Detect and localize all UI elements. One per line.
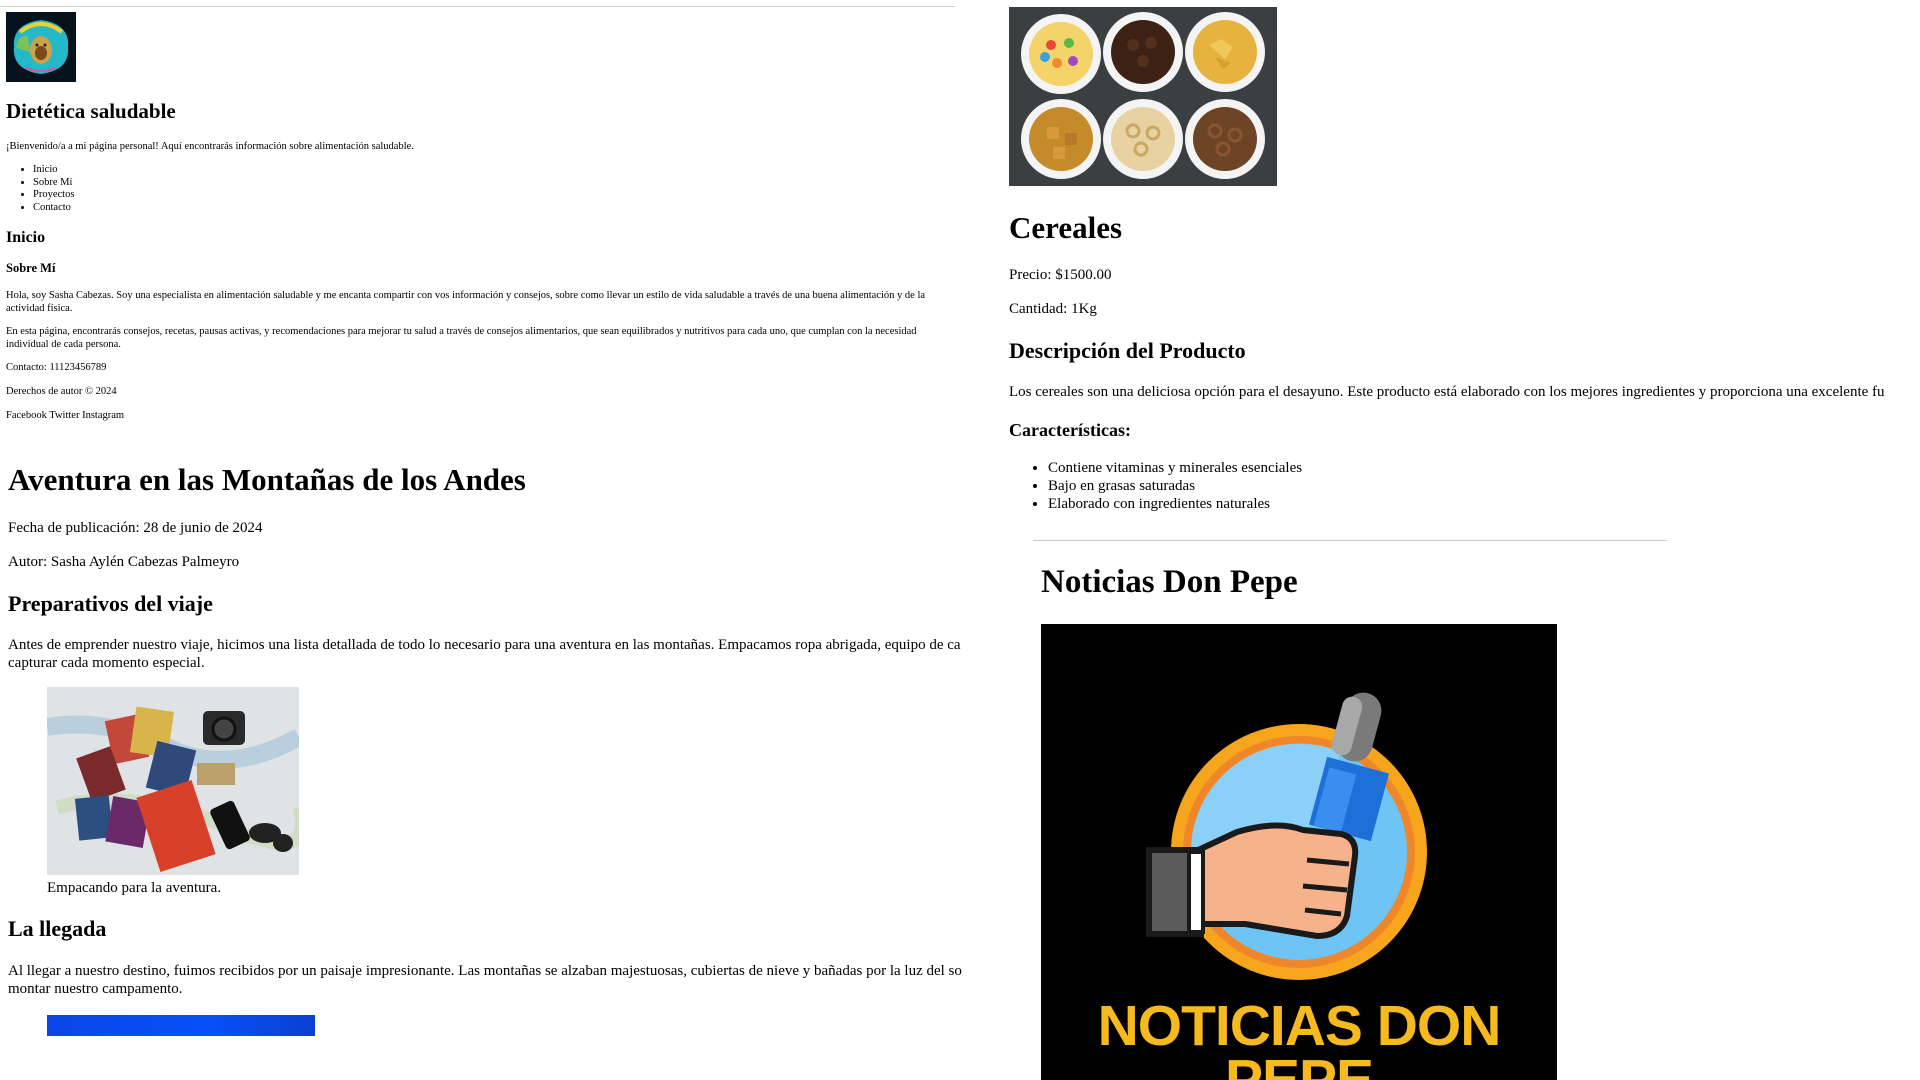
section-title-sobre-mi: Sobre Mí — [6, 261, 56, 275]
noticias-page: Noticias Don Pepe NOTICIAS DON PEPE — [1003, 530, 1920, 1080]
section-title-preparativos: Preparativos del viaje — [8, 591, 213, 616]
nav-item-contacto[interactable]: Contacto — [33, 202, 74, 215]
figure-caption: Empacando para la aventura. — [47, 880, 222, 896]
article-author: Autor: Sasha Aylén Cabezas Palmeyro — [8, 554, 240, 570]
landscape-photo-partial — [47, 1015, 315, 1036]
dietetica-page: Dietética saludable ¡Bienvenido/a a mi p… — [0, 0, 955, 440]
product-title: Cereales — [1009, 210, 1123, 245]
features-list: Contiene vitaminas y minerales esenciale… — [1009, 459, 1302, 513]
llegada-line-2: montar nuestro campamento. — [8, 980, 183, 997]
cereales-page: Cereales Precio: $1500.00 Cantidad: 1Kg … — [1003, 0, 1920, 530]
feature-item: Elaborado con ingredientes naturales — [1048, 495, 1302, 513]
nav-menu: Inicio Sobre Mí Proyectos Contacto — [6, 164, 74, 214]
social-link-instagram[interactable]: Instagram — [82, 410, 124, 421]
social-links: Facebook Twitter Instagram — [6, 410, 946, 423]
nav-link-proyectos[interactable]: Proyectos — [33, 189, 74, 200]
feature-item: Contiene vitaminas y minerales esenciale… — [1048, 459, 1302, 477]
packing-photo — [47, 687, 299, 875]
avocado-logo-icon — [6, 12, 76, 82]
nav-link-contacto[interactable]: Contacto — [33, 202, 71, 213]
social-link-facebook[interactable]: Facebook — [6, 410, 47, 421]
aventura-page: Aventura en las Montañas de los Andes Fe… — [0, 452, 1003, 1080]
feature-item: Bajo en grasas saturadas — [1048, 477, 1302, 495]
news-logo-line-2: PEPE — [1224, 1048, 1374, 1080]
news-site-title: Noticias Don Pepe — [1041, 564, 1298, 600]
cereal-bowls-photo — [1009, 7, 1277, 186]
product-description: Los cereales son una deliciosa opción pa… — [1009, 384, 1885, 400]
nav-item-sobre-mi[interactable]: Sobre Mí — [33, 177, 74, 190]
nav-item-inicio[interactable]: Inicio — [33, 164, 74, 177]
news-logo: NOTICIAS DON PEPE — [1041, 624, 1557, 1080]
preparativos-line-1: Antes de emprender nuestro viaje, hicimo… — [8, 637, 961, 653]
product-quantity: Cantidad: 1Kg — [1009, 301, 1097, 317]
section-title-llegada: La llegada — [8, 916, 107, 941]
description-title: Descripción del Producto — [1009, 338, 1246, 363]
nav-link-inicio[interactable]: Inicio — [33, 164, 58, 175]
about-paragraph-2: En esta página, encontrarás consejos, re… — [6, 326, 917, 350]
about-paragraph-1: Hola, soy Sasha Cabezas. Soy una especia… — [6, 290, 926, 314]
article-title: Aventura en las Montañas de los Andes — [8, 462, 526, 497]
section-divider — [1033, 540, 1667, 541]
site-title: Dietética saludable — [6, 99, 176, 123]
nav-item-proyectos[interactable]: Proyectos — [33, 189, 74, 202]
news-logo-text: NOTICIAS DON PEPE — [1041, 998, 1557, 1080]
preparativos-line-2: capturar cada momento especial. — [8, 654, 205, 671]
features-title: Características: — [1009, 420, 1131, 440]
section-title-inicio: Inicio — [6, 229, 46, 246]
top-divider — [0, 6, 955, 7]
nav-link-sobre-mi[interactable]: Sobre Mí — [33, 177, 72, 188]
social-link-twitter[interactable]: Twitter — [49, 410, 79, 421]
preparativos-paragraph: Antes de emprender nuestro viaje, hicimo… — [8, 637, 1003, 672]
copyright-text: Derechos de autor © 2024 — [6, 386, 117, 397]
llegada-paragraph: Al llegar a nuestro destino, fuimos reci… — [8, 963, 1003, 998]
contact-text: Contacto: 11123456789 — [6, 362, 107, 373]
welcome-text: ¡Bienvenido/a a mi página personal! Aquí… — [6, 141, 414, 152]
product-price: Precio: $1500.00 — [1009, 267, 1112, 283]
llegada-line-1: Al llegar a nuestro destino, fuimos reci… — [8, 963, 962, 979]
microphone-hand-icon — [1146, 692, 1427, 980]
publication-date: Fecha de publicación: 28 de junio de 202… — [8, 520, 263, 536]
